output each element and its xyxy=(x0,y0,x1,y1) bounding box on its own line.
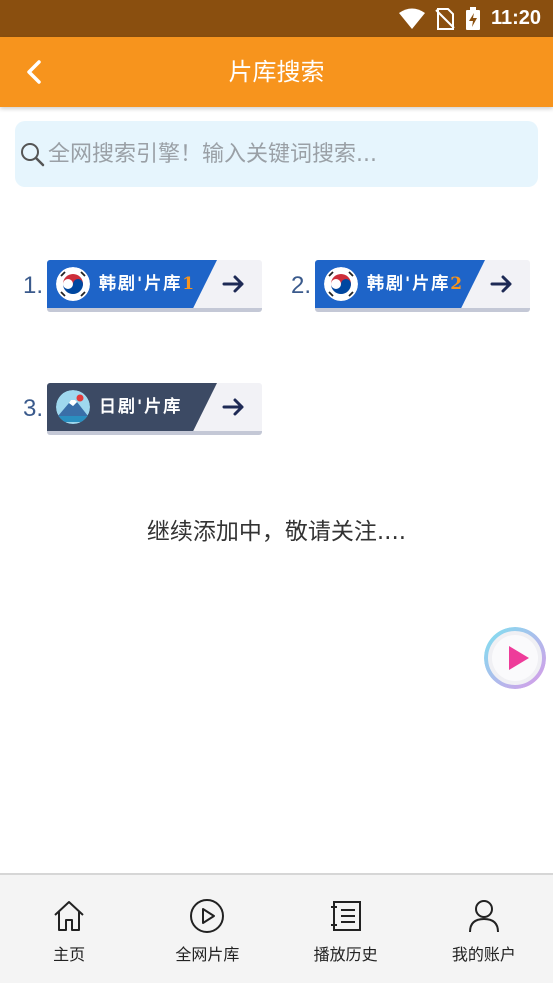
library-number: 1. xyxy=(23,272,44,299)
search-input[interactable] xyxy=(48,141,528,167)
nav-label: 播放历史 xyxy=(313,945,378,964)
play-circle-icon xyxy=(190,899,225,933)
wifi-icon xyxy=(398,8,425,29)
nav-item-library[interactable]: 全网片库 xyxy=(138,875,276,983)
library-label: 日剧'片库 xyxy=(99,397,183,417)
arrow-right-icon xyxy=(222,398,244,416)
nav-label: 主页 xyxy=(53,945,86,964)
page-title: 片库搜索 xyxy=(228,58,325,86)
library-item-1: 1. 韩剧'片库1 xyxy=(23,260,262,312)
nav-item-history[interactable]: 播放历史 xyxy=(277,875,415,983)
nav-item-home[interactable]: 主页 xyxy=(0,875,138,983)
status-icons: 11:20 xyxy=(398,0,541,37)
library-item-2: 2. 韩剧'片库2 xyxy=(291,260,530,312)
floating-play-button[interactable] xyxy=(484,627,546,689)
korea-flag-icon xyxy=(324,267,358,301)
status-time: 11:20 xyxy=(490,7,541,29)
coming-soon-notice: 继续添加中，敬请关注.... xyxy=(146,519,407,545)
status-bar: 11:20 xyxy=(0,0,553,37)
battery-charging-icon xyxy=(465,6,480,30)
search-icon xyxy=(21,143,45,167)
korea-flag-icon xyxy=(56,267,90,301)
nav-item-account[interactable]: 我的账户 xyxy=(415,875,553,983)
nav-label: 我的账户 xyxy=(451,945,516,964)
library-number: 3. xyxy=(23,395,44,422)
library-card-korean-1[interactable]: 韩剧'片库1 xyxy=(47,260,262,312)
library-label: 韩剧'片库2 xyxy=(367,274,465,294)
library-card-korean-2[interactable]: 韩剧'片库2 xyxy=(315,260,530,312)
bottom-nav: 主页 全网片库 播放历史 我的账户 xyxy=(0,873,553,983)
back-button[interactable] xyxy=(14,54,54,90)
library-number: 2. xyxy=(291,272,312,299)
user-icon xyxy=(468,900,499,933)
library-card-japanese[interactable]: 日剧'片库 xyxy=(47,383,262,435)
app-bar: 片库搜索 xyxy=(0,37,553,107)
search-box[interactable] xyxy=(15,121,538,187)
nav-label: 全网片库 xyxy=(175,945,240,964)
history-list-icon xyxy=(330,901,361,931)
library-label: 韩剧'片库1 xyxy=(99,274,197,294)
arrow-right-icon xyxy=(222,275,244,293)
japan-mount-fuji-icon xyxy=(56,390,90,424)
library-item-3: 3. 日剧'片库 xyxy=(23,383,262,435)
chevron-left-icon xyxy=(27,60,41,84)
home-icon xyxy=(54,901,84,931)
arrow-right-icon xyxy=(490,275,512,293)
no-sim-icon xyxy=(435,7,455,30)
